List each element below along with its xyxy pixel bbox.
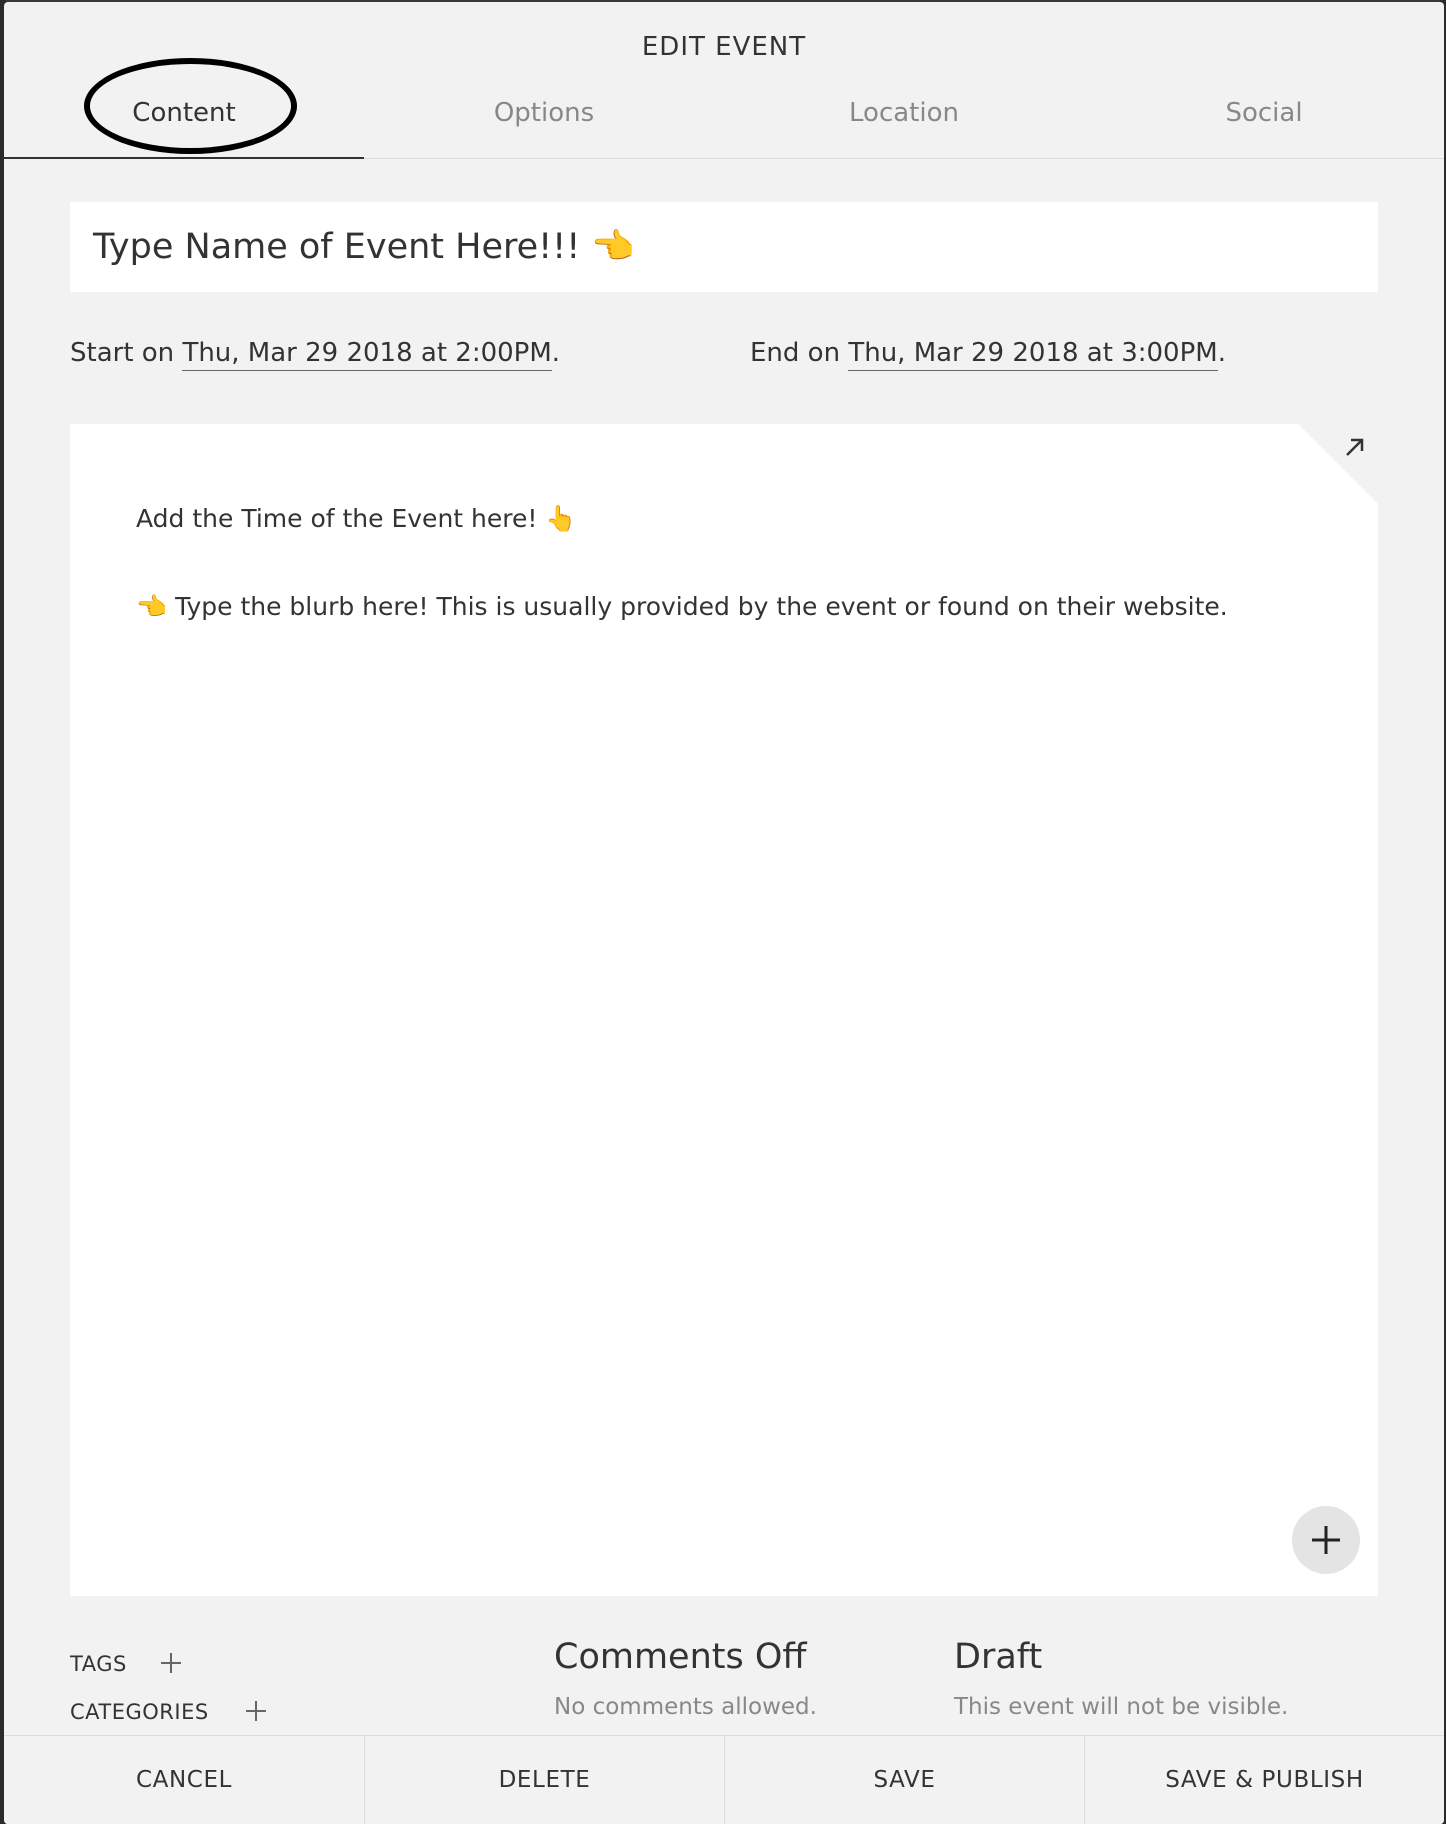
start-date-row: Start on Thu, Mar 29 2018 at 2:00PM.	[70, 338, 561, 371]
edit-event-dialog: EDIT EVENT Content Options Location Soci…	[4, 2, 1444, 1824]
editor-paragraph-2[interactable]: 👈 Type the blurb here! This is usually p…	[136, 592, 1228, 622]
cancel-button[interactable]: CANCEL	[4, 1736, 364, 1824]
start-period: .	[551, 338, 561, 368]
save-button[interactable]: SAVE	[724, 1736, 1084, 1824]
end-period: .	[1217, 338, 1226, 368]
add-category-plus-icon[interactable]	[245, 1700, 267, 1722]
tab-bar: Content Options Location Social	[4, 92, 1444, 159]
delete-button[interactable]: DELETE	[364, 1736, 724, 1824]
save-publish-button[interactable]: SAVE & PUBLISH	[1084, 1736, 1444, 1824]
end-date-row: End on Thu, Mar 29 2018 at 3:00PM.	[750, 338, 1226, 371]
status-setting[interactable]: Draft	[954, 1637, 1042, 1677]
expand-arrow-icon[interactable]	[1340, 432, 1370, 462]
tab-location[interactable]: Location	[724, 92, 1084, 159]
tags-label: TAGS	[70, 1652, 127, 1676]
footer-actions: CANCEL DELETE SAVE SAVE & PUBLISH	[4, 1735, 1444, 1824]
add-tag-plus-icon[interactable]	[160, 1652, 182, 1674]
start-datetime-link[interactable]: Thu, Mar 29 2018 at 2:00PM	[182, 338, 552, 371]
tab-content[interactable]: Content	[4, 92, 364, 159]
end-datetime-link[interactable]: Thu, Mar 29 2018 at 3:00PM	[848, 338, 1218, 371]
comments-setting[interactable]: Comments Off	[554, 1637, 807, 1677]
tab-social[interactable]: Social	[1084, 92, 1444, 159]
plus-icon	[1312, 1526, 1340, 1554]
start-prefix: Start on	[70, 338, 183, 368]
event-title-input[interactable]: Type Name of Event Here!!! 👈	[70, 202, 1378, 292]
categories-label: CATEGORIES	[70, 1700, 209, 1724]
dialog-title: EDIT EVENT	[641, 32, 807, 62]
add-block-button[interactable]	[1292, 1506, 1360, 1574]
status-description: This event will not be visible.	[954, 1694, 1289, 1720]
tab-options[interactable]: Options	[364, 92, 724, 159]
content-editor[interactable]: Add the Time of the Event here! 👆 👈 Type…	[70, 424, 1378, 1596]
editor-paragraph-1[interactable]: Add the Time of the Event here! 👆	[136, 504, 576, 534]
end-prefix: End on	[750, 338, 849, 368]
comments-description: No comments allowed.	[554, 1694, 817, 1720]
